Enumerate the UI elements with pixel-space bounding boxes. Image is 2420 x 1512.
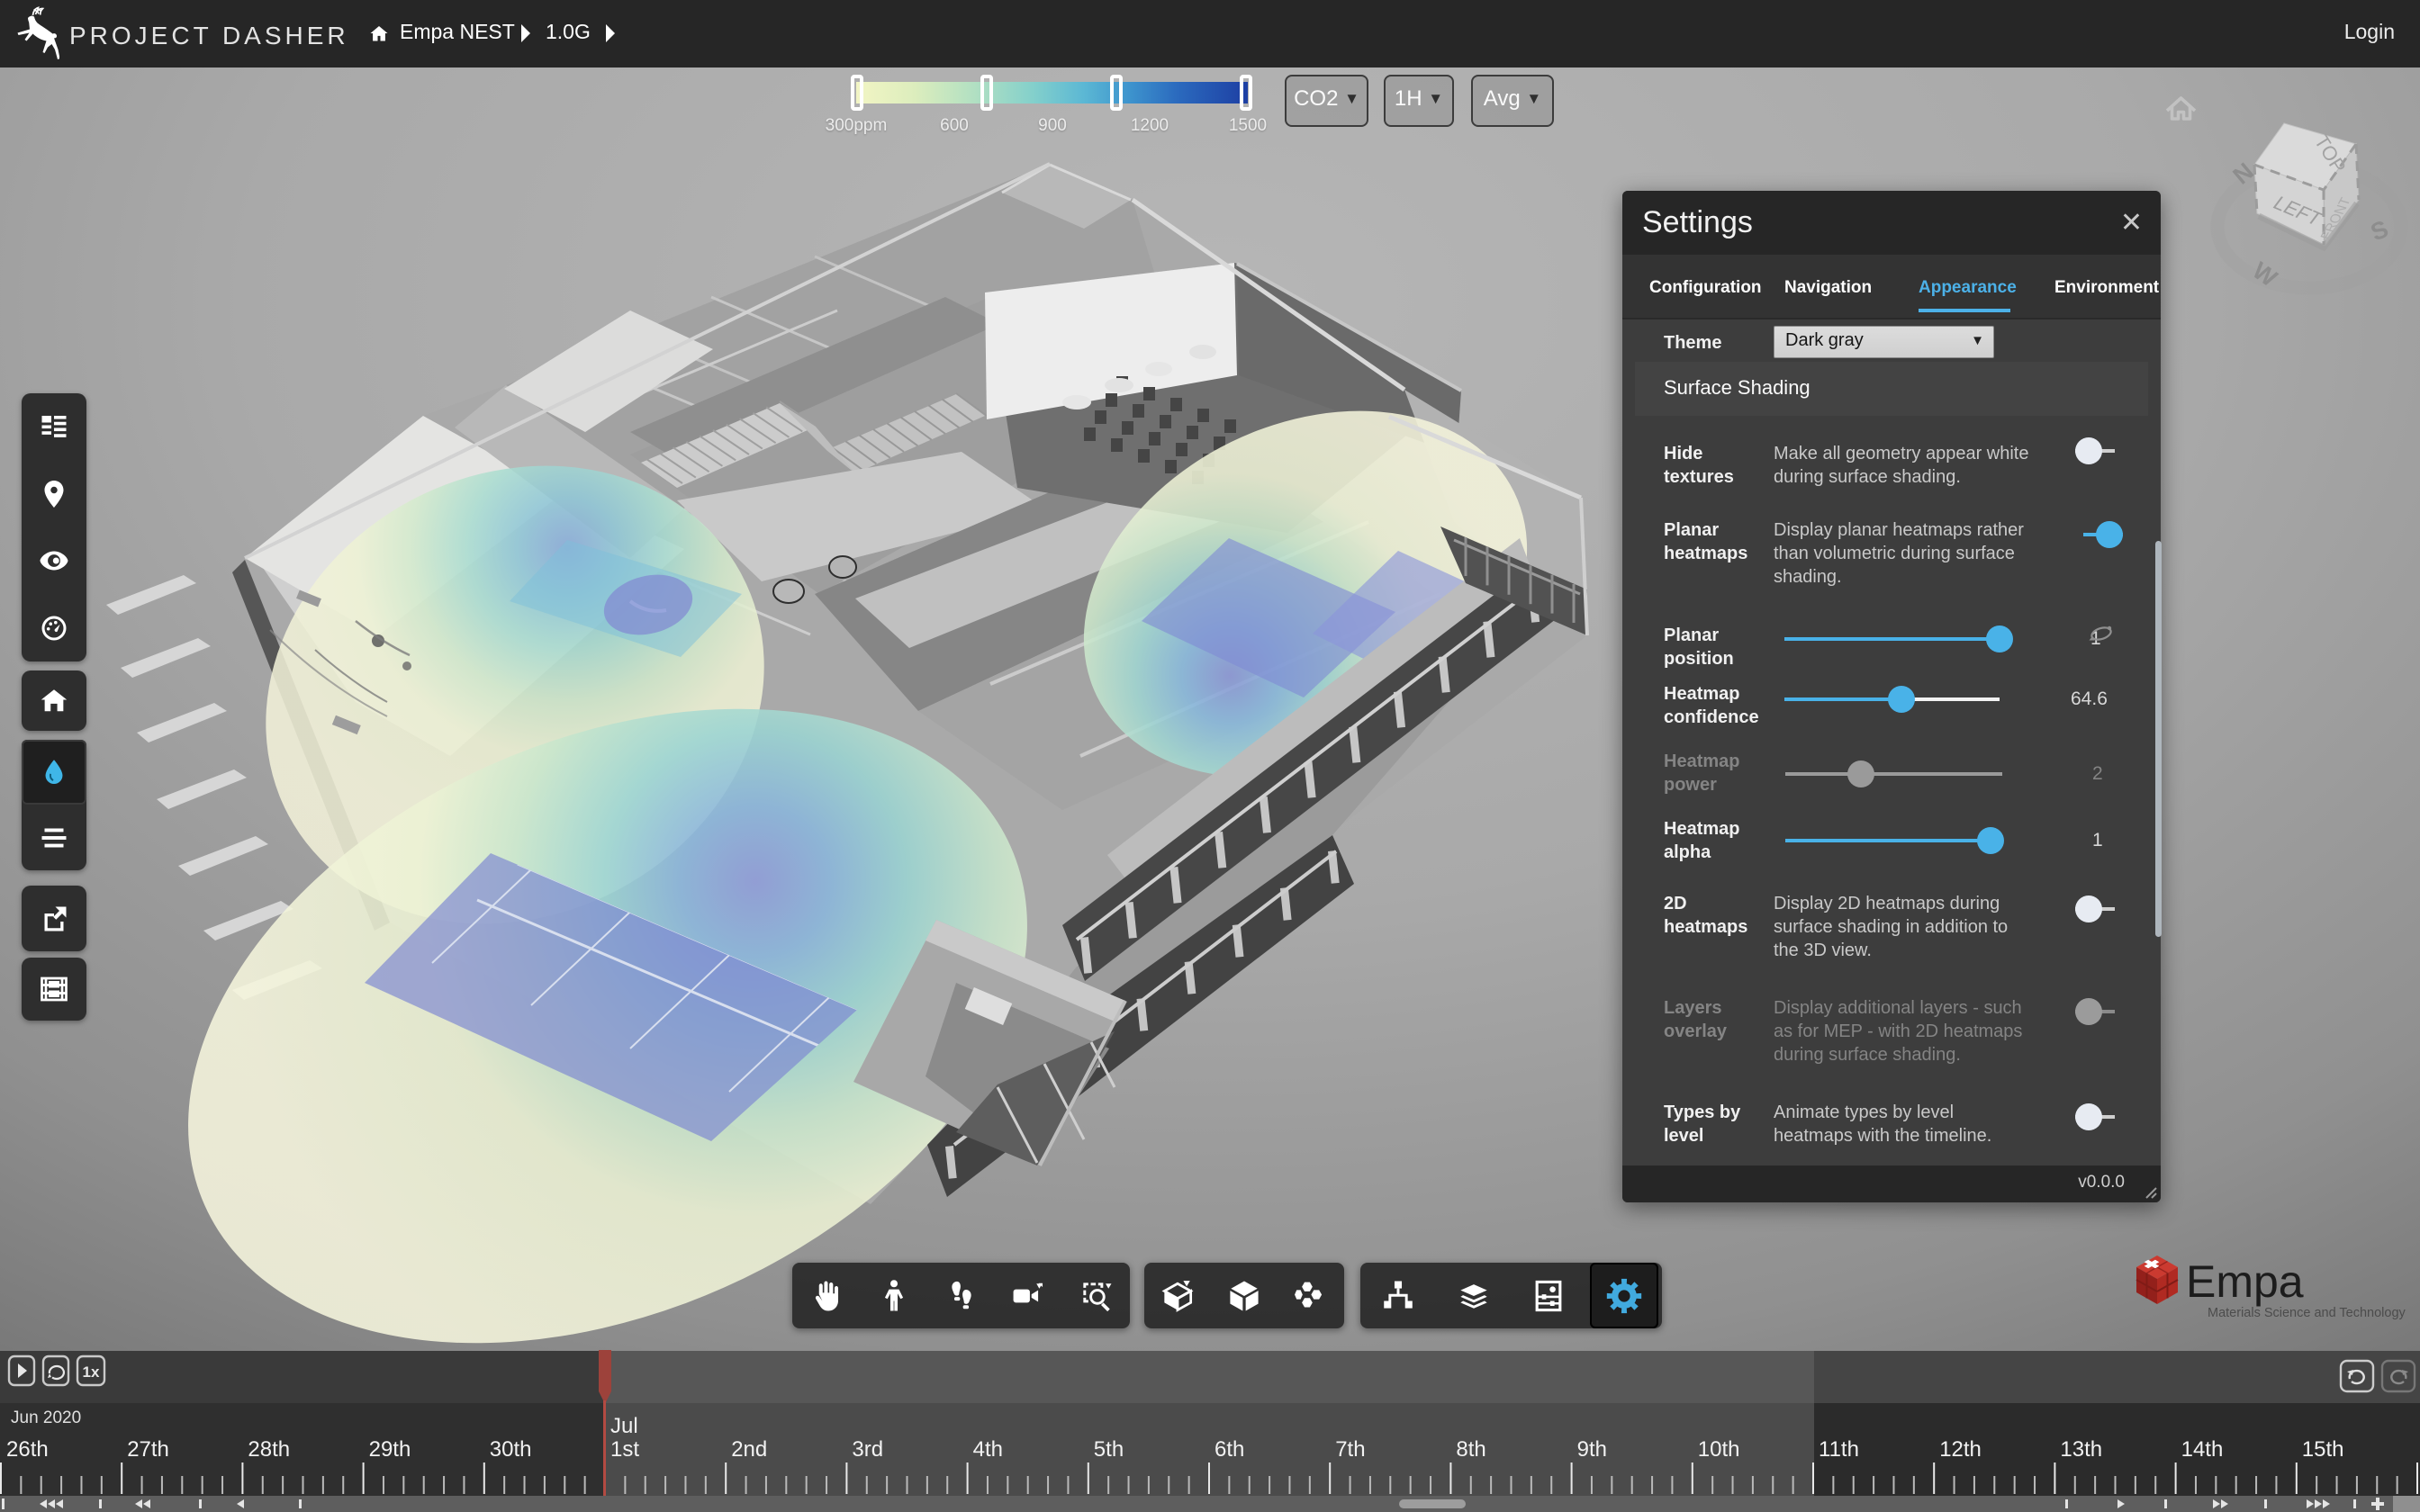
- svg-text:Materials Science and Technolo: Materials Science and Technology: [2208, 1306, 2406, 1320]
- svg-text:7th: 7th: [1335, 1437, 1365, 1462]
- svg-text:27th: 27th: [127, 1437, 169, 1462]
- svg-text:4th: 4th: [973, 1437, 1003, 1462]
- svg-text:28th: 28th: [248, 1437, 290, 1462]
- svg-text:S: S: [2367, 215, 2392, 247]
- svg-text:14th: 14th: [2181, 1437, 2224, 1462]
- svg-text:26th: 26th: [6, 1437, 49, 1462]
- svg-text:10th: 10th: [1698, 1437, 1740, 1462]
- svg-text:1st: 1st: [610, 1437, 639, 1462]
- svg-text:6th: 6th: [1215, 1437, 1244, 1462]
- svg-text:12th: 12th: [1939, 1437, 1982, 1462]
- svg-text:29th: 29th: [369, 1437, 411, 1462]
- svg-text:8th: 8th: [1456, 1437, 1485, 1462]
- svg-text:15th: 15th: [2302, 1437, 2344, 1462]
- svg-text:13th: 13th: [2060, 1437, 2102, 1462]
- svg-text:Jul: Jul: [610, 1414, 638, 1438]
- svg-text:11th: 11th: [1819, 1437, 1859, 1462]
- svg-text:5th: 5th: [1094, 1437, 1124, 1462]
- svg-text:Empa: Empa: [2186, 1256, 2304, 1307]
- svg-text:3rd: 3rd: [852, 1437, 883, 1462]
- svg-text:1x: 1x: [83, 1364, 100, 1381]
- svg-text:2nd: 2nd: [731, 1437, 767, 1462]
- svg-text:30th: 30th: [490, 1437, 532, 1462]
- svg-text:9th: 9th: [1577, 1437, 1607, 1462]
